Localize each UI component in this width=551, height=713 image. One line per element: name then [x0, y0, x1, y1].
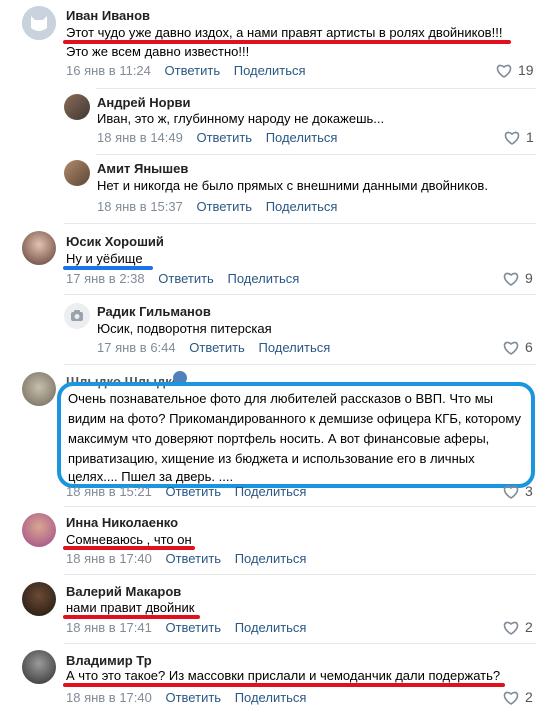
reply-link[interactable]: Ответить	[165, 63, 221, 78]
comment-meta: 18 янв в 14:49 Ответить Поделиться	[97, 130, 347, 145]
comment-text: Это же всем давно известно!!!	[66, 44, 250, 59]
like-button[interactable]: 1	[504, 129, 534, 145]
author-name[interactable]: Амит Янышев	[97, 161, 188, 176]
avatar[interactable]	[22, 582, 56, 616]
red-underline-mark	[63, 615, 200, 619]
share-link[interactable]: Поделиться	[266, 199, 338, 214]
comment-date[interactable]: 18 янв в 14:49	[97, 130, 183, 145]
like-count: 1	[526, 129, 534, 145]
comment-text: Нет и никогда не было прямых с внешними …	[97, 178, 488, 193]
divider	[64, 506, 536, 507]
like-count: 2	[525, 619, 533, 635]
avatar[interactable]	[22, 6, 56, 40]
avatar[interactable]	[22, 372, 56, 406]
reply-link[interactable]: Ответить	[189, 340, 245, 355]
like-button[interactable]: 9	[503, 270, 533, 286]
avatar[interactable]	[64, 303, 90, 329]
like-count: 2	[525, 689, 533, 705]
divider	[96, 88, 536, 89]
author-name[interactable]: Владимир Тр	[66, 653, 152, 668]
comment-meta: 18 янв в 15:21 Ответить Поделиться	[66, 484, 316, 499]
avatar[interactable]	[22, 513, 56, 547]
divider	[64, 364, 536, 365]
comment-meta: 17 янв в 6:44 Ответить Поделиться	[97, 340, 340, 355]
comment-date[interactable]: 17 янв в 6:44	[97, 340, 176, 355]
like-button[interactable]: 2	[503, 619, 533, 635]
heart-icon	[504, 131, 520, 145]
comment-date[interactable]: 18 янв в 15:37	[97, 199, 183, 214]
like-button[interactable]: 19	[496, 62, 534, 78]
comment-date[interactable]: 18 янв в 15:21	[66, 484, 152, 499]
comment-text: максимум что доверяют портфель носить. А…	[68, 431, 490, 446]
like-count: 6	[525, 339, 533, 355]
like-count: 19	[518, 62, 534, 78]
heart-icon	[503, 272, 519, 286]
reply-link[interactable]: Ответить	[158, 271, 214, 286]
author-name[interactable]: Иван Иванов	[66, 8, 150, 23]
like-button[interactable]: 3	[503, 483, 533, 499]
like-count: 9	[525, 270, 533, 286]
blue-underline-mark	[63, 266, 153, 270]
comment-text: Иван, это ж, глубинному народу не докаже…	[97, 111, 385, 126]
share-link[interactable]: Поделиться	[266, 130, 338, 145]
author-name[interactable]: Андрей Норви	[97, 95, 191, 110]
share-link[interactable]: Поделиться	[235, 620, 307, 635]
divider	[96, 154, 536, 155]
author-name[interactable]: Радик Гильманов	[97, 304, 211, 319]
share-link[interactable]: Поделиться	[235, 690, 307, 705]
heart-icon	[496, 64, 512, 78]
comment-meta: 18 янв в 17:40 Ответить Поделиться	[66, 551, 316, 566]
comment-date[interactable]: 18 янв в 17:40	[66, 690, 152, 705]
heart-icon	[503, 485, 519, 499]
heart-icon	[503, 621, 519, 635]
comment-meta: 17 янв в 2:38 Ответить Поделиться	[66, 271, 309, 286]
author-name[interactable]: Валерий Макаров	[66, 584, 181, 599]
avatar[interactable]	[64, 94, 90, 120]
avatar[interactable]	[64, 160, 90, 186]
heart-icon	[503, 341, 519, 355]
comment-date[interactable]: 18 янв в 17:41	[66, 620, 152, 635]
share-link[interactable]: Поделиться	[235, 484, 307, 499]
comment-text: приватизацию, хищение из бюджета и испол…	[68, 451, 475, 466]
comment-meta: 16 янв в 11:24 Ответить Поделиться	[66, 63, 316, 78]
comment-date[interactable]: 18 янв в 17:40	[66, 551, 152, 566]
divider	[64, 574, 536, 575]
avatar[interactable]	[22, 231, 56, 265]
like-button[interactable]: 6	[503, 339, 533, 355]
comment-date[interactable]: 16 янв в 11:24	[66, 63, 151, 78]
red-underline-mark	[63, 683, 505, 687]
reply-link[interactable]: Ответить	[165, 484, 221, 499]
heart-icon	[503, 691, 519, 705]
comment-text: Очень познавательное фото для любителей …	[68, 391, 493, 406]
share-link[interactable]: Поделиться	[227, 271, 299, 286]
reply-link[interactable]: Ответить	[196, 199, 252, 214]
reply-link[interactable]: Ответить	[165, 551, 221, 566]
author-name[interactable]: Инна Николаенко	[66, 515, 178, 530]
avatar[interactable]	[22, 650, 56, 684]
like-count: 3	[525, 483, 533, 499]
comment-meta: 18 янв в 17:40 Ответить Поделиться	[66, 690, 316, 705]
share-link[interactable]: Поделиться	[235, 551, 307, 566]
comment-text: видим на фото? Прикомандированного к дем…	[68, 411, 521, 426]
comment-date[interactable]: 17 янв в 2:38	[66, 271, 145, 286]
camera-icon	[71, 310, 83, 321]
share-link[interactable]: Поделиться	[234, 63, 306, 78]
comment-text: Юсик, подворотня питерская	[97, 321, 272, 336]
like-button[interactable]: 2	[503, 689, 533, 705]
default-avatar-icon	[22, 6, 56, 40]
divider	[64, 223, 536, 224]
reply-link[interactable]: Ответить	[196, 130, 252, 145]
red-underline-mark	[63, 546, 195, 550]
author-name[interactable]: Юсик Хороший	[66, 234, 164, 249]
share-link[interactable]: Поделиться	[258, 340, 330, 355]
divider	[64, 294, 536, 295]
reply-link[interactable]: Ответить	[165, 690, 221, 705]
reply-link[interactable]: Ответить	[165, 620, 221, 635]
comment-meta: 18 янв в 17:41 Ответить Поделиться	[66, 620, 316, 635]
comment-meta: 18 янв в 15:37 Ответить Поделиться	[97, 199, 347, 214]
divider	[64, 643, 536, 644]
